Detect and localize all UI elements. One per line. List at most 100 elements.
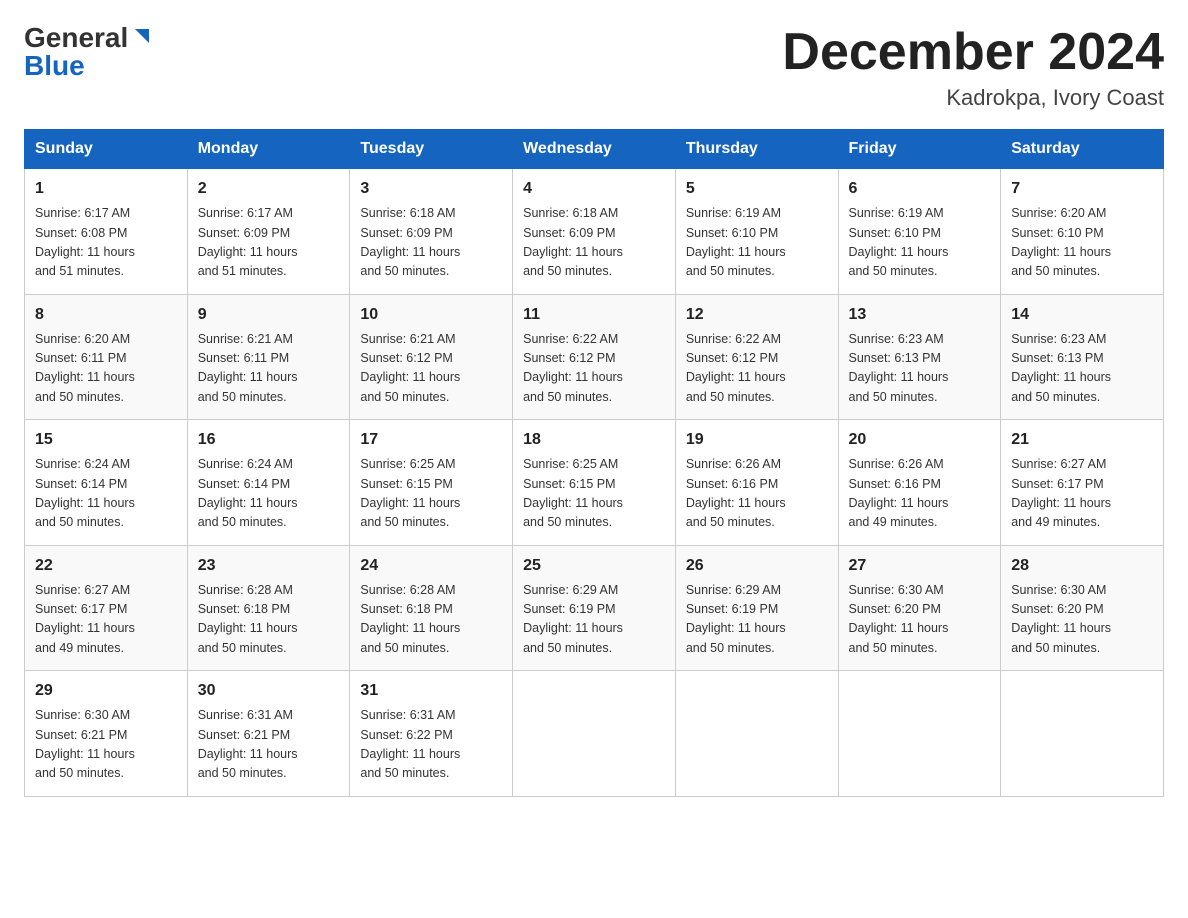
day-cell: 31 Sunrise: 6:31 AM Sunset: 6:22 PM Dayli…	[350, 671, 513, 797]
day-number: 8	[35, 303, 177, 327]
day-number: 14	[1011, 303, 1153, 327]
day-number: 29	[35, 679, 177, 703]
day-cell: 12 Sunrise: 6:22 AM Sunset: 6:12 PM Dayli…	[675, 294, 838, 420]
day-info: Sunrise: 6:19 AM Sunset: 6:10 PM Dayligh…	[849, 204, 991, 282]
day-number: 12	[686, 303, 828, 327]
day-cell: 3 Sunrise: 6:18 AM Sunset: 6:09 PM Daylig…	[350, 169, 513, 295]
day-number: 7	[1011, 177, 1153, 201]
day-info: Sunrise: 6:20 AM Sunset: 6:10 PM Dayligh…	[1011, 204, 1153, 282]
day-cell: 19 Sunrise: 6:26 AM Sunset: 6:16 PM Dayli…	[675, 420, 838, 546]
day-number: 24	[360, 554, 502, 578]
day-cell: 5 Sunrise: 6:19 AM Sunset: 6:10 PM Daylig…	[675, 169, 838, 295]
day-cell: 24 Sunrise: 6:28 AM Sunset: 6:18 PM Dayli…	[350, 545, 513, 671]
day-number: 5	[686, 177, 828, 201]
day-number: 1	[35, 177, 177, 201]
day-number: 10	[360, 303, 502, 327]
day-cell: 27 Sunrise: 6:30 AM Sunset: 6:20 PM Dayli…	[838, 545, 1001, 671]
day-info: Sunrise: 6:20 AM Sunset: 6:11 PM Dayligh…	[35, 330, 177, 408]
day-cell: 29 Sunrise: 6:30 AM Sunset: 6:21 PM Dayli…	[25, 671, 188, 797]
day-cell: 30Sunrise: 6:31 AM Sunset: 6:21 PM Dayli…	[187, 671, 350, 797]
main-title: December 2024	[782, 24, 1164, 81]
day-info: Sunrise: 6:30 AM Sunset: 6:21 PM Dayligh…	[35, 706, 177, 784]
day-cell: 10 Sunrise: 6:21 AM Sunset: 6:12 PM Dayli…	[350, 294, 513, 420]
day-cell: 11Sunrise: 6:22 AM Sunset: 6:12 PM Dayli…	[513, 294, 676, 420]
day-number: 3	[360, 177, 502, 201]
logo-arrow-icon	[131, 25, 153, 52]
week-row-4: 22Sunrise: 6:27 AM Sunset: 6:17 PM Dayli…	[25, 545, 1164, 671]
day-info: Sunrise: 6:22 AM Sunset: 6:12 PM Dayligh…	[686, 330, 828, 408]
day-cell: 2 Sunrise: 6:17 AM Sunset: 6:09 PM Daylig…	[187, 169, 350, 295]
day-number: 28	[1011, 554, 1153, 578]
day-number: 30	[198, 679, 340, 703]
day-cell: 4Sunrise: 6:18 AM Sunset: 6:09 PM Daylig…	[513, 169, 676, 295]
day-cell: 25Sunrise: 6:29 AM Sunset: 6:19 PM Dayli…	[513, 545, 676, 671]
logo: General Blue	[24, 24, 153, 80]
week-row-1: 1 Sunrise: 6:17 AM Sunset: 6:08 PM Daylig…	[25, 169, 1164, 295]
day-number: 6	[849, 177, 991, 201]
column-header-tuesday: Tuesday	[350, 130, 513, 169]
page-header: General Blue December 2024 Kadrokpa, Ivo…	[24, 24, 1164, 111]
day-cell	[675, 671, 838, 797]
day-info: Sunrise: 6:23 AM Sunset: 6:13 PM Dayligh…	[1011, 330, 1153, 408]
day-number: 26	[686, 554, 828, 578]
week-row-5: 29 Sunrise: 6:30 AM Sunset: 6:21 PM Dayli…	[25, 671, 1164, 797]
day-number: 25	[523, 554, 665, 578]
day-info: Sunrise: 6:28 AM Sunset: 6:18 PM Dayligh…	[198, 581, 340, 659]
day-info: Sunrise: 6:31 AM Sunset: 6:22 PM Dayligh…	[360, 706, 502, 784]
logo-blue-text: Blue	[24, 52, 85, 80]
day-number: 9	[198, 303, 340, 327]
day-number: 18	[523, 428, 665, 452]
day-info: Sunrise: 6:25 AM Sunset: 6:15 PM Dayligh…	[523, 455, 665, 533]
day-number: 17	[360, 428, 502, 452]
day-cell: 21Sunrise: 6:27 AM Sunset: 6:17 PM Dayli…	[1001, 420, 1164, 546]
day-cell: 15Sunrise: 6:24 AM Sunset: 6:14 PM Dayli…	[25, 420, 188, 546]
day-cell: 22Sunrise: 6:27 AM Sunset: 6:17 PM Dayli…	[25, 545, 188, 671]
day-cell: 6 Sunrise: 6:19 AM Sunset: 6:10 PM Daylig…	[838, 169, 1001, 295]
day-info: Sunrise: 6:21 AM Sunset: 6:11 PM Dayligh…	[198, 330, 340, 408]
day-number: 19	[686, 428, 828, 452]
day-info: Sunrise: 6:28 AM Sunset: 6:18 PM Dayligh…	[360, 581, 502, 659]
day-number: 16	[198, 428, 340, 452]
column-header-saturday: Saturday	[1001, 130, 1164, 169]
day-number: 2	[198, 177, 340, 201]
day-info: Sunrise: 6:26 AM Sunset: 6:16 PM Dayligh…	[849, 455, 991, 533]
subtitle: Kadrokpa, Ivory Coast	[782, 85, 1164, 111]
week-row-3: 15Sunrise: 6:24 AM Sunset: 6:14 PM Dayli…	[25, 420, 1164, 546]
calendar-table: SundayMondayTuesdayWednesdayThursdayFrid…	[24, 129, 1164, 797]
day-info: Sunrise: 6:17 AM Sunset: 6:09 PM Dayligh…	[198, 204, 340, 282]
day-info: Sunrise: 6:17 AM Sunset: 6:08 PM Dayligh…	[35, 204, 177, 282]
column-header-thursday: Thursday	[675, 130, 838, 169]
day-cell: 14 Sunrise: 6:23 AM Sunset: 6:13 PM Dayli…	[1001, 294, 1164, 420]
day-info: Sunrise: 6:30 AM Sunset: 6:20 PM Dayligh…	[849, 581, 991, 659]
column-header-sunday: Sunday	[25, 130, 188, 169]
day-cell: 26Sunrise: 6:29 AM Sunset: 6:19 PM Dayli…	[675, 545, 838, 671]
day-number: 31	[360, 679, 502, 703]
day-cell: 9 Sunrise: 6:21 AM Sunset: 6:11 PM Daylig…	[187, 294, 350, 420]
week-row-2: 8 Sunrise: 6:20 AM Sunset: 6:11 PM Daylig…	[25, 294, 1164, 420]
day-info: Sunrise: 6:24 AM Sunset: 6:14 PM Dayligh…	[35, 455, 177, 533]
day-info: Sunrise: 6:23 AM Sunset: 6:13 PM Dayligh…	[849, 330, 991, 408]
day-number: 20	[849, 428, 991, 452]
day-number: 22	[35, 554, 177, 578]
day-cell	[513, 671, 676, 797]
day-cell	[838, 671, 1001, 797]
column-header-wednesday: Wednesday	[513, 130, 676, 169]
day-cell: 18 Sunrise: 6:25 AM Sunset: 6:15 PM Dayli…	[513, 420, 676, 546]
title-block: December 2024 Kadrokpa, Ivory Coast	[782, 24, 1164, 111]
day-number: 27	[849, 554, 991, 578]
day-info: Sunrise: 6:18 AM Sunset: 6:09 PM Dayligh…	[360, 204, 502, 282]
day-info: Sunrise: 6:30 AM Sunset: 6:20 PM Dayligh…	[1011, 581, 1153, 659]
day-info: Sunrise: 6:21 AM Sunset: 6:12 PM Dayligh…	[360, 330, 502, 408]
day-info: Sunrise: 6:26 AM Sunset: 6:16 PM Dayligh…	[686, 455, 828, 533]
day-cell: 1 Sunrise: 6:17 AM Sunset: 6:08 PM Daylig…	[25, 169, 188, 295]
day-cell: 16Sunrise: 6:24 AM Sunset: 6:14 PM Dayli…	[187, 420, 350, 546]
day-info: Sunrise: 6:25 AM Sunset: 6:15 PM Dayligh…	[360, 455, 502, 533]
day-cell: 20 Sunrise: 6:26 AM Sunset: 6:16 PM Dayli…	[838, 420, 1001, 546]
column-header-friday: Friday	[838, 130, 1001, 169]
logo-general-text: General	[24, 24, 128, 52]
day-info: Sunrise: 6:19 AM Sunset: 6:10 PM Dayligh…	[686, 204, 828, 282]
day-number: 11	[523, 303, 665, 327]
day-cell: 28 Sunrise: 6:30 AM Sunset: 6:20 PM Dayli…	[1001, 545, 1164, 671]
day-cell: 8 Sunrise: 6:20 AM Sunset: 6:11 PM Daylig…	[25, 294, 188, 420]
day-cell: 13Sunrise: 6:23 AM Sunset: 6:13 PM Dayli…	[838, 294, 1001, 420]
